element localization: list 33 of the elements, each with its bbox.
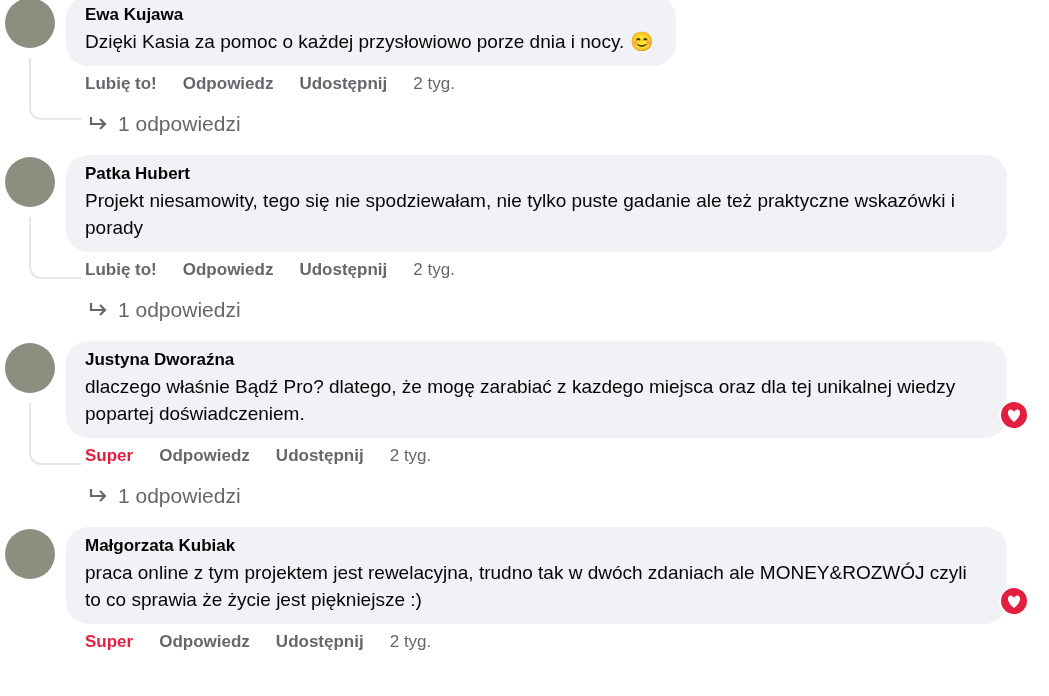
action-link[interactable]: Odpowiedz [159,446,250,466]
action-link[interactable]: Super [85,446,134,466]
action-link[interactable]: Odpowiedz [159,632,250,652]
replies-link[interactable]: 1 odpowiedzi [88,484,1007,508]
avatar[interactable] [5,157,55,207]
action-link[interactable]: Lubię to! [85,74,157,94]
author-name[interactable]: Ewa Kujawa [85,5,654,25]
action-link[interactable]: Udostępnij [299,74,388,94]
replies-link[interactable]: 1 odpowiedzi [88,112,676,136]
action-link[interactable]: Odpowiedz [182,260,274,280]
action-link[interactable]: Lubię to! [85,260,157,280]
avatar[interactable] [5,0,55,48]
comment-text: Dzięki Kasia za pomoc o każdej przysłowiowo porze dnia i nocy. 😊 [85,30,654,54]
timestamp[interactable]: 2 tyg. [413,74,455,94]
timestamp[interactable]: 2 tyg. [389,446,432,466]
heart-reaction-icon[interactable] [999,586,1029,616]
comment-text: Projekt niesamowity, tego się nie spodziewałam, nie tylko puste gadanie ale też praktyczne wskazówki i porady [85,189,956,240]
action-link[interactable]: Super [85,632,134,652]
action-link[interactable]: Udostępnij [299,260,388,280]
comment-text: praca online z tym projektem jest rewelacyjna, trudno tak w dwóch zdaniach ale MONEY&ROZWÓJ czyli to co sprawia że życie jest piękniejsze :) [85,561,968,612]
author-name[interactable]: Justyna Dworaźna [85,350,985,370]
timestamp[interactable]: 2 tyg. [389,632,432,652]
action-link[interactable]: Udostępnij [275,632,364,652]
timestamp[interactable]: 2 tyg. [413,260,455,280]
avatar[interactable] [5,529,55,579]
replies-link[interactable]: 1 odpowiedzi [88,298,1007,322]
heart-reaction-icon[interactable] [999,400,1029,430]
action-link[interactable]: Odpowiedz [182,74,274,94]
author-name[interactable]: Małgorzata Kubiak [85,536,985,556]
author-name[interactable]: Patka Hubert [85,164,985,184]
avatar[interactable] [5,343,55,393]
action-link[interactable]: Udostępnij [275,446,364,466]
comment-text: dlaczego właśnie Bądź Pro? dlatego, że mogę zarabiać z kazdego miejsca oraz dla tej unikalnej wiedzy popartej doświadczeniem. [85,375,957,426]
